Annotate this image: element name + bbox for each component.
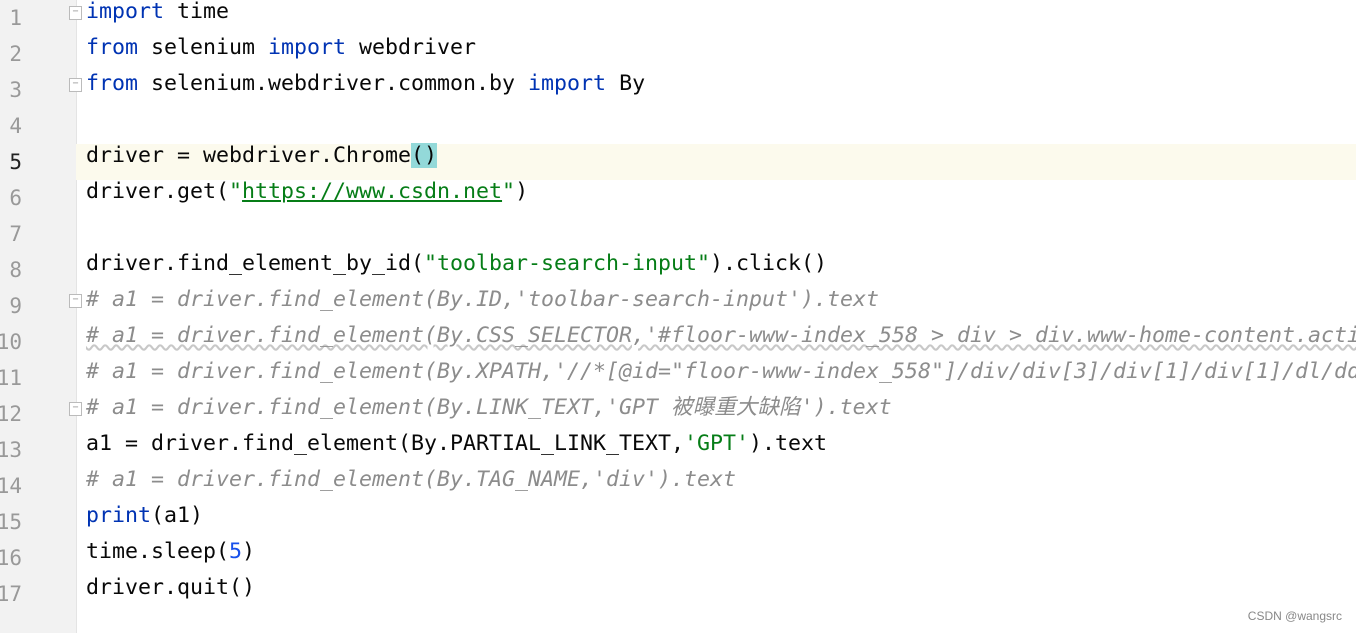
fold-marker-icon[interactable]: −: [69, 402, 82, 416]
code-text: # a1 = driver.find_element(By.XPATH,'//*…: [86, 354, 1356, 390]
code-text: a1 = driver.find_element(By.PARTIAL_LINK…: [86, 426, 827, 462]
code-token: selenium.webdriver.common.by: [138, 71, 529, 96]
code-text: # a1 = driver.find_element(By.TAG_NAME,'…: [86, 462, 736, 498]
fold-marker-icon[interactable]: −: [69, 6, 82, 20]
line-number[interactable]: 6: [0, 180, 22, 216]
line-number[interactable]: 16: [0, 540, 22, 576]
code-token: By: [606, 71, 646, 96]
code-token: 'GPT': [684, 431, 750, 456]
watermark: CSDN @wangsrc: [1247, 609, 1342, 623]
line-number[interactable]: 7: [0, 216, 22, 252]
code-token: "toolbar-search-input": [424, 251, 711, 276]
code-text: # a1 = driver.find_element(By.CSS_SELECT…: [86, 318, 1356, 354]
line-number[interactable]: 13: [0, 432, 22, 468]
code-token: a1 = driver.find_element(By.PARTIAL_LINK…: [86, 431, 685, 456]
line-number[interactable]: 1: [0, 0, 22, 36]
code-token: (a1): [151, 503, 204, 528]
code-token: # a1 = driver.find_element(By.LINK_TEXT,…: [86, 395, 892, 420]
code-token: from: [86, 35, 139, 60]
code-text: from selenium import webdriver: [86, 30, 476, 66]
code-token: selenium: [138, 35, 269, 60]
code-token: driver.find_element_by_id(: [86, 251, 425, 276]
code-text: driver.quit(): [86, 570, 255, 606]
line-number[interactable]: 2: [0, 36, 22, 72]
code-text: time.sleep(5): [86, 534, 255, 570]
code-token: ": [229, 179, 243, 204]
code-token: ).text: [749, 431, 828, 456]
line-number[interactable]: 11: [0, 360, 22, 396]
code-token: import: [268, 35, 347, 60]
line-number[interactable]: 3: [0, 72, 22, 108]
code-text: driver.find_element_by_id("toolbar-searc…: [86, 246, 827, 282]
code-token: driver.quit(): [86, 575, 256, 600]
code-token: time.sleep(: [86, 539, 230, 564]
fold-marker-icon[interactable]: −: [69, 294, 82, 308]
code-token: ): [515, 179, 529, 204]
code-text: # a1 = driver.find_element(By.ID,'toolba…: [86, 282, 879, 318]
line-number[interactable]: 12: [0, 396, 22, 432]
code-token: from: [86, 71, 139, 96]
code-line[interactable]: 3 − from selenium.webdriver.common.by impo…: [0, 71, 1356, 108]
code-line[interactable]: 14 # a1 = driver.find_element(By.TAG_NAME…: [0, 467, 1356, 504]
line-number[interactable]: 14: [0, 468, 22, 504]
code-token: # a1 = driver.find_element(By.TAG_NAME,'…: [86, 467, 737, 492]
code-token[interactable]: https://www.csdn.net: [242, 179, 502, 204]
code-token: # a1 = driver.find_element(By.XPATH,'//*…: [86, 359, 1356, 384]
line-number[interactable]: 15: [0, 504, 22, 540]
code-editor[interactable]: 1− import time 2 from selenium import webdr…: [0, 0, 1356, 612]
line-number[interactable]: 9: [0, 288, 22, 324]
code-text: import time: [86, 0, 229, 30]
code-token: 5: [229, 539, 243, 564]
code-token: driver.get(: [86, 179, 230, 204]
code-token: (): [411, 143, 438, 168]
code-text: driver = webdriver.Chrome(): [86, 138, 438, 174]
code-token: import: [86, 0, 165, 24]
code-token: ): [242, 539, 256, 564]
line-number[interactable]: 8: [0, 252, 22, 288]
code-token: import: [528, 71, 607, 96]
code-line[interactable]: 17 driver.quit(): [0, 575, 1356, 612]
code-token: driver = webdriver.Chrome: [86, 143, 412, 168]
code-token: time: [164, 0, 230, 24]
code-line[interactable]: 6 driver.get("https://www.csdn.net"): [0, 179, 1356, 216]
line-number[interactable]: 5: [0, 144, 22, 180]
code-text: # a1 = driver.find_element(By.LINK_TEXT,…: [86, 390, 892, 426]
line-number[interactable]: 4: [0, 108, 22, 144]
code-token: ).click(): [710, 251, 828, 276]
line-number[interactable]: 10: [0, 324, 22, 360]
code-token: ": [502, 179, 516, 204]
code-token: webdriver: [346, 35, 477, 60]
fold-marker-icon[interactable]: −: [69, 78, 82, 92]
code-token: # a1 = driver.find_element(By.CSS_SELECT…: [86, 323, 1356, 348]
line-number[interactable]: 17: [0, 576, 22, 612]
code-token: # a1 = driver.find_element(By.ID,'toolba…: [86, 287, 880, 312]
code-text: print(a1): [86, 498, 203, 534]
code-text: driver.get("https://www.csdn.net"): [86, 174, 528, 210]
code-token: print: [86, 503, 152, 528]
code-text: from selenium.webdriver.common.by import…: [86, 66, 645, 102]
